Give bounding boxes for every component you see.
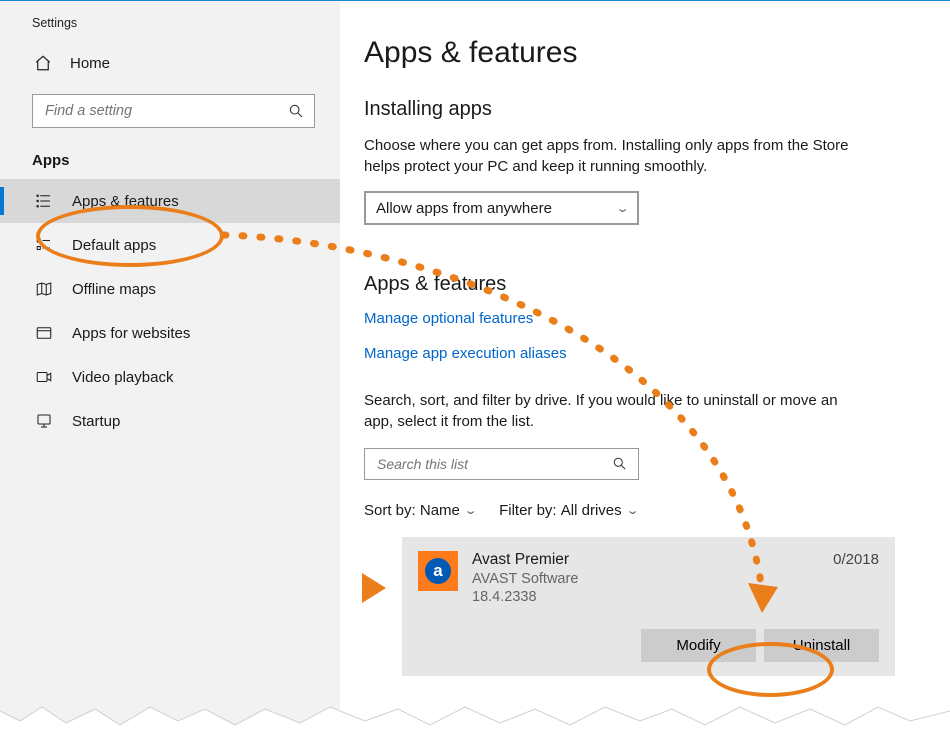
app-date: 0/2018 (833, 551, 879, 568)
sidebar-item-apps-websites[interactable]: Apps for websites (0, 311, 340, 355)
sidebar-item-label: Offline maps (72, 281, 156, 298)
sidebar-item-label: Startup (72, 413, 120, 430)
installing-heading: Installing apps (364, 98, 895, 121)
sidebar-item-label: Apps & features (72, 193, 179, 210)
sort-dropdown[interactable]: Name ⌄ (420, 502, 475, 519)
apps-heading: Apps & features (364, 273, 895, 296)
sort-label: Sort by: (364, 502, 416, 519)
search-icon (288, 103, 304, 119)
sidebar-item-offline-maps[interactable]: Offline maps (0, 267, 340, 311)
nav-home[interactable]: Home (0, 40, 340, 86)
sidebar-item-label: Default apps (72, 237, 156, 254)
sidebar-item-video-playback[interactable]: Video playback (0, 355, 340, 399)
list-icon (34, 192, 54, 210)
filter-dropdown[interactable]: All drives ⌄ (561, 502, 637, 519)
app-icon: a (418, 551, 458, 591)
search-desc: Search, sort, and filter by drive. If yo… (364, 390, 864, 432)
settings-window: Settings Home Apps (0, 0, 950, 733)
filter-label: Filter by: (499, 502, 557, 519)
chevron-down-icon: ⌄ (464, 504, 478, 517)
app-name: Avast Premier (472, 551, 819, 569)
uninstall-button[interactable]: Uninstall (764, 629, 879, 662)
modify-button[interactable]: Modify (641, 629, 756, 662)
search-icon (612, 456, 628, 472)
startup-icon (34, 412, 54, 430)
home-icon (34, 54, 52, 72)
sort-filter-row: Sort by: Name ⌄ Filter by: All drives ⌄ (364, 502, 895, 519)
page-title: Apps & features (364, 36, 895, 70)
app-version: 18.4.2338 (472, 589, 819, 605)
sidebar-item-label: Video playback (72, 369, 173, 386)
install-source-dropdown[interactable]: Allow apps from anywhere ⌄ (364, 191, 639, 225)
app-entry[interactable]: a Avast Premier AVAST Software 18.4.2338… (402, 537, 895, 676)
websites-icon (34, 324, 54, 342)
sidebar-item-startup[interactable]: Startup (0, 399, 340, 443)
main-panel: Apps & features Installing apps Choose w… (340, 1, 950, 733)
sidebar-search[interactable] (32, 94, 315, 128)
sidebar-item-label: Apps for websites (72, 325, 190, 342)
window-title: Settings (0, 1, 340, 40)
link-optional-features[interactable]: Manage optional features (364, 310, 895, 339)
chevron-down-icon: ⌄ (625, 504, 639, 517)
chevron-down-icon: ⌄ (615, 202, 629, 215)
defaults-icon (34, 236, 54, 254)
app-search-box[interactable] (364, 448, 639, 480)
map-icon (34, 280, 54, 298)
sidebar-search-input[interactable] (43, 102, 288, 120)
sidebar-section-label: Apps (0, 146, 340, 179)
link-execution-aliases[interactable]: Manage app execution aliases (364, 339, 895, 374)
sidebar: Settings Home Apps (0, 1, 340, 733)
video-icon (34, 368, 54, 386)
installing-desc: Choose where you can get apps from. Inst… (364, 135, 864, 177)
app-publisher: AVAST Software (472, 571, 819, 587)
dropdown-value: Allow apps from anywhere (376, 200, 552, 217)
nav-home-label: Home (70, 55, 110, 72)
sidebar-item-apps-features[interactable]: Apps & features (0, 179, 340, 223)
app-search-input[interactable] (375, 455, 612, 473)
sidebar-item-default-apps[interactable]: Default apps (0, 223, 340, 267)
